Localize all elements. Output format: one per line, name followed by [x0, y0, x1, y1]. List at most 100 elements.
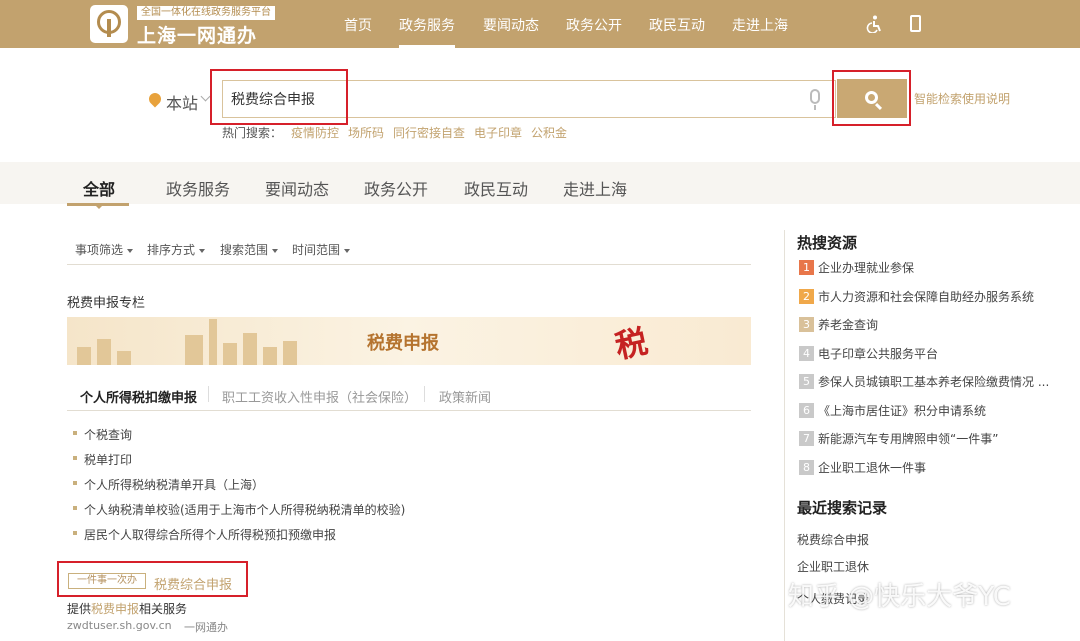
active-tab-caret	[93, 203, 105, 209]
accessibility-icon[interactable]	[866, 15, 882, 33]
result-title-link[interactable]: 税费综合申报	[154, 574, 232, 593]
logo-icon[interactable]	[90, 5, 128, 43]
microphone-stem	[814, 105, 816, 110]
rank-number-badge: 4	[799, 345, 814, 361]
hot-keyword[interactable]: 同行密接自查	[393, 124, 465, 141]
search-input[interactable]	[231, 81, 791, 117]
skyline-shape	[117, 351, 131, 365]
skyline-shape	[283, 341, 297, 365]
chevron-down-icon[interactable]	[200, 91, 211, 102]
search-icon-handle	[874, 102, 883, 111]
rank-number-badge: 1	[799, 260, 814, 275]
hot-resource-link[interactable]: 参保人员城镇职工基本养老保险缴费情况 ...	[818, 373, 1050, 390]
search-help-link[interactable]: 智能检索使用说明	[914, 90, 1010, 107]
caret-down-icon	[272, 248, 279, 253]
filter-item-type[interactable]: 事项筛选	[75, 241, 134, 258]
filter-time[interactable]: 时间范围	[292, 241, 351, 258]
skyline-shape	[77, 347, 91, 365]
result-url[interactable]: zwdtuser.sh.gov.cn	[67, 619, 172, 632]
tab-news[interactable]: 要闻动态	[265, 176, 329, 200]
filter-divider	[67, 264, 751, 265]
service-link[interactable]: 个人所得税纳税清单开具（上海）	[84, 476, 264, 493]
filter-label: 搜索范围	[220, 243, 269, 257]
recent-search-item[interactable]: 企业职工退休	[797, 558, 869, 575]
nav-about-shanghai[interactable]: 走进上海	[732, 15, 788, 35]
service-link[interactable]: 居民个人取得综合所得个人所得税预扣预缴申报	[84, 526, 336, 543]
tab-gov-services[interactable]: 政务服务	[166, 176, 230, 200]
filter-label: 时间范围	[292, 243, 341, 257]
service-link[interactable]: 个人纳税清单校验(适用于上海市个人所得税纳税清单的校验)	[84, 501, 405, 518]
tax-banner[interactable]: 税费申报 税	[67, 317, 751, 365]
bullet	[73, 531, 77, 535]
category-tabs	[0, 162, 1080, 204]
tab-all[interactable]: 全部	[83, 176, 115, 200]
skyline-shape	[97, 339, 111, 365]
search-button[interactable]	[837, 79, 907, 118]
hot-resource-link[interactable]: 企业职工退休一件事	[818, 459, 1050, 476]
subtab-separator	[424, 386, 425, 402]
logo-name[interactable]: 上海一网通办	[137, 21, 257, 48]
hot-resource-link[interactable]: 《上海市居住证》积分申请系统	[818, 402, 1050, 419]
subtab-policy-news[interactable]: 政策新闻	[439, 387, 491, 406]
rank-number-badge: 2	[799, 288, 814, 304]
logo-tag: 全国一体化在线政务服务平台	[137, 6, 275, 20]
bullet	[73, 506, 77, 510]
service-link[interactable]: 个税查询	[84, 426, 132, 443]
rank-number-badge: 8	[799, 459, 814, 475]
hot-keyword[interactable]: 电子印章	[474, 124, 522, 141]
tab-gov-open[interactable]: 政务公开	[364, 176, 428, 200]
recent-search-item[interactable]: 税费综合申报	[797, 531, 869, 548]
skyline-tower	[209, 319, 217, 365]
subtab-divider	[67, 410, 751, 411]
nav-home[interactable]: 首页	[344, 15, 372, 35]
tab-interaction[interactable]: 政民互动	[464, 176, 528, 200]
tab-about-shanghai[interactable]: 走进上海	[563, 176, 627, 200]
watermark: 知乎 @快乐大爷YC	[788, 582, 1011, 612]
hot-resource-link[interactable]: 电子印章公共服务平台	[818, 345, 1050, 362]
banner-title: 税费申报	[367, 333, 439, 354]
result-description: 提供税费申报相关服务	[67, 600, 187, 617]
tax-character-art: 税	[611, 322, 652, 365]
hot-resource-link[interactable]: 新能源汽车专用牌照申领“一件事”	[818, 430, 1050, 447]
skyline-shape	[223, 343, 237, 365]
subtab-wage-declaration[interactable]: 职工工资收入性申报（社会保险）	[222, 387, 417, 406]
search-box	[222, 80, 836, 118]
rank-number-badge: 6	[799, 402, 814, 418]
hot-search-label: 热门搜索：	[222, 126, 283, 140]
microphone-icon[interactable]	[810, 89, 820, 104]
skyline-shape	[243, 333, 257, 365]
result-source: 一网通办	[184, 621, 228, 634]
hot-resource-link[interactable]: 企业办理就业参保	[818, 259, 1050, 276]
top-header: 全国一体化在线政务服务平台 上海一网通办 首页 政务服务 要闻动态 政务公开 政…	[0, 0, 1080, 48]
nav-interaction[interactable]: 政民互动	[649, 15, 705, 35]
caret-down-icon	[344, 248, 351, 253]
sidebar-divider	[784, 230, 785, 641]
rank-number-badge: 7	[799, 431, 814, 446]
nav-gov-open[interactable]: 政务公开	[566, 15, 622, 35]
mobile-icon[interactable]	[910, 15, 921, 32]
nav-news[interactable]: 要闻动态	[483, 15, 539, 35]
hot-keyword[interactable]: 场所码	[348, 124, 384, 141]
skyline-shape	[263, 347, 277, 365]
bullet	[73, 456, 77, 460]
filter-scope[interactable]: 搜索范围	[220, 241, 279, 258]
filter-label: 事项筛选	[75, 243, 124, 257]
subtab-personal-income-tax[interactable]: 个人所得税扣缴申报	[80, 387, 197, 406]
subtab-separator	[208, 386, 209, 402]
one-stop-badge: 一件事一次办	[68, 573, 146, 589]
section-title: 税费申报专栏	[67, 296, 146, 311]
hot-resource-link[interactable]: 养老金查询	[818, 316, 1050, 333]
service-link[interactable]: 税单打印	[84, 451, 132, 468]
result-desc-prefix: 提供	[67, 602, 92, 616]
location-pin-icon	[146, 90, 164, 108]
result-desc-suffix: 相关服务	[139, 602, 188, 616]
result-desc-highlight: 税费申报	[91, 602, 140, 616]
search-scope-select[interactable]: 本站	[166, 90, 198, 114]
hot-resource-link[interactable]: 市人力资源和社会保障自助经办服务系统	[818, 288, 1050, 305]
caret-down-icon	[127, 248, 134, 253]
nav-gov-services[interactable]: 政务服务	[399, 15, 455, 48]
filter-sort[interactable]: 排序方式	[147, 241, 206, 258]
hot-keyword[interactable]: 公积金	[531, 124, 567, 141]
rank-number-badge: 3	[799, 317, 814, 332]
hot-keyword[interactable]: 疫情防控	[291, 124, 339, 141]
